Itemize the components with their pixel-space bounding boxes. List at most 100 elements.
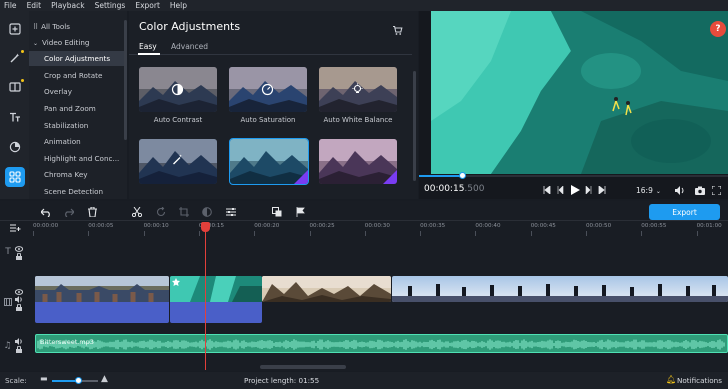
bell-icon[interactable]: 🔔︎	[666, 375, 676, 384]
menu-settings[interactable]: Settings	[95, 0, 126, 11]
sidebar-item-stabilization[interactable]: Stabilization	[29, 118, 124, 133]
time-display: 00:00:15.500	[424, 184, 484, 194]
ruler-tick-label: 00:01:00	[696, 223, 722, 229]
preset-magic-enhance[interactable]	[139, 139, 217, 184]
skip-start-button[interactable]	[542, 185, 552, 195]
notifications-link[interactable]: Notifications	[677, 376, 722, 385]
video-mute-button[interactable]	[14, 296, 23, 303]
preset-label: Auto White Balance	[323, 116, 393, 124]
video-track-icon	[3, 297, 12, 306]
video-clip-mountains[interactable]	[262, 276, 391, 302]
ruler-tick-mark	[33, 231, 34, 236]
skip-end-button[interactable]	[597, 185, 607, 195]
more-tools-button[interactable]	[5, 167, 25, 187]
sidebar-item-color-adjustments[interactable]: Color Adjustments	[29, 51, 124, 66]
menu-edit[interactable]: Edit	[27, 0, 42, 11]
tab-divider	[129, 54, 412, 55]
menu-file[interactable]: File	[4, 0, 17, 11]
video-clip-sea[interactable]	[170, 276, 262, 323]
menu-playback[interactable]: Playback	[51, 0, 84, 11]
menu-export[interactable]: Export	[135, 0, 160, 11]
help-button[interactable]: ?	[710, 21, 726, 37]
ruler-tick-mark	[143, 231, 145, 236]
panel-title: Color Adjustments	[139, 20, 241, 33]
preset-auto-white-balance[interactable]	[319, 67, 397, 112]
preset-auto-saturation[interactable]	[229, 67, 307, 112]
skip-back-icon	[543, 186, 551, 194]
ruler-tick-mark	[420, 231, 422, 236]
scale-slider-handle[interactable]	[75, 377, 82, 384]
zoom-out-icon[interactable]: ▬	[40, 374, 48, 383]
video-editing-label: Video Editing	[42, 38, 90, 47]
effects-scrollbar[interactable]	[413, 71, 416, 181]
video-clip-silhouettes[interactable]	[392, 276, 728, 302]
eye-icon[interactable]	[14, 245, 23, 252]
snapshot-button[interactable]	[694, 185, 705, 195]
audio-waveform	[37, 339, 725, 350]
chevron-down-icon: ⌄	[655, 188, 661, 195]
chevron-down-icon: ⌄	[33, 40, 39, 47]
sidebar-item-crop-rotate[interactable]: Crop and Rotate	[29, 68, 124, 83]
zoom-in-icon[interactable]: ▲	[101, 374, 108, 384]
timeline-scrollbar[interactable]	[260, 365, 346, 369]
star-icon	[172, 278, 180, 286]
store-button[interactable]	[391, 24, 403, 36]
all-tools-item[interactable]: ⠿ All Tools	[29, 19, 124, 34]
sidebar-item-overlay[interactable]: Overlay	[29, 84, 124, 99]
prev-frame-button[interactable]	[555, 185, 565, 195]
tools-sidebar	[0, 11, 29, 199]
sidebar-item-highlight[interactable]: Highlight and Conc...	[29, 151, 124, 166]
stickers-button[interactable]	[5, 137, 25, 157]
tab-easy[interactable]: Easy	[139, 42, 157, 51]
sidebar-item-chroma-key[interactable]: Chroma Key	[29, 167, 124, 182]
player-progress-handle[interactable]	[459, 172, 467, 179]
magic-tools-button[interactable]	[5, 48, 25, 68]
ruler-tick-mark	[641, 231, 643, 236]
ruler-tick-mark	[198, 231, 200, 236]
video-editing-group[interactable]: ⌄ Video Editing	[29, 35, 124, 50]
gauge-icon	[261, 83, 274, 96]
preset-pink[interactable]	[319, 139, 397, 184]
import-button[interactable]	[5, 19, 25, 39]
preset-teal[interactable]	[229, 138, 309, 185]
sidebar-item-scene-detection[interactable]: Scene Detection	[29, 184, 124, 196]
audio-clip[interactable]: Bittersweet.mp3	[35, 334, 728, 353]
audio-mute-button[interactable]	[14, 338, 23, 345]
preset-auto-contrast[interactable]	[139, 67, 217, 112]
tab-easy-underline	[138, 53, 160, 55]
menu-help[interactable]: Help	[170, 0, 187, 11]
ruler-tick-mark	[364, 231, 366, 236]
tab-advanced[interactable]: Advanced	[171, 42, 208, 51]
waveform-path	[37, 339, 725, 350]
timeline-ruler[interactable]: 00:00:00 00:00:05 00:00:10 00:00:15 00:00:20…	[0, 201, 728, 241]
step-back-icon	[557, 186, 564, 194]
play-button[interactable]	[569, 184, 581, 196]
aspect-ratio-value: 16:9	[636, 186, 653, 195]
lock-icon	[15, 253, 22, 260]
sidebar-item-animation[interactable]: Animation	[29, 134, 124, 149]
sidebar-item-pan-zoom[interactable]: Pan and Zoom	[29, 101, 124, 116]
ruler-tick-label: 00:00:55	[641, 223, 667, 229]
eye-icon	[14, 288, 23, 295]
fullscreen-button[interactable]	[711, 185, 722, 195]
transitions-button[interactable]	[5, 77, 25, 97]
transitions-icon	[9, 82, 21, 92]
titles-button[interactable]	[5, 107, 25, 127]
category-scrollbar[interactable]	[124, 20, 127, 140]
audio-lock-button[interactable]	[14, 346, 23, 353]
volume-button[interactable]	[674, 185, 685, 195]
effects-panel: Color Adjustments Easy Advanced Auto Con…	[129, 11, 418, 199]
film-icon	[3, 297, 12, 306]
video-eye-button[interactable]	[14, 288, 23, 295]
grid-small-icon: ⠿	[33, 23, 39, 31]
lock-icon[interactable]	[14, 253, 23, 260]
ruler-tick-label: 00:00:45	[530, 223, 556, 229]
import-icon	[9, 23, 21, 35]
next-frame-button[interactable]	[584, 185, 594, 195]
video-preview[interactable]: ?	[431, 11, 728, 174]
video-clip-people[interactable]	[35, 276, 169, 323]
video-lock-button[interactable]	[14, 304, 23, 311]
aspect-ratio-select[interactable]: 16:9 ⌄	[636, 186, 661, 195]
sticker-icon	[9, 141, 21, 153]
playhead-handle[interactable]	[201, 222, 210, 232]
